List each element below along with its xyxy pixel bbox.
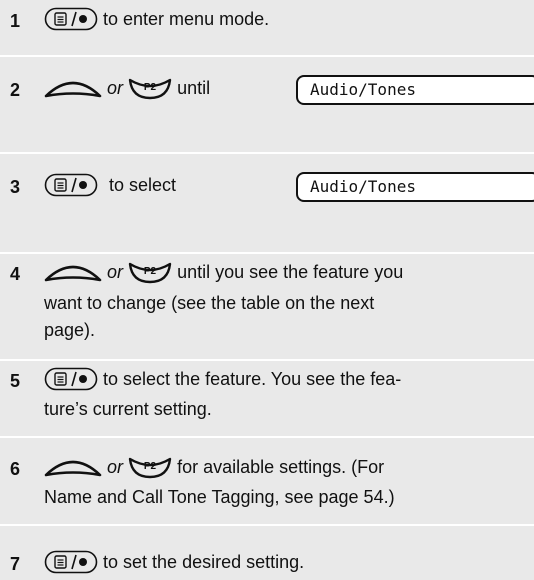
scroll-up-key-icon — [44, 266, 102, 282]
step-1: 1 to enter menu mode. — [0, 0, 534, 55]
step-number: 5 — [10, 371, 21, 391]
step-text: for available settings. (For — [177, 456, 385, 477]
step-text: to set the desired setting. — [103, 551, 305, 572]
svg-text:P2: P2 — [144, 266, 157, 277]
step-text-line: Name and Call Tone Tagging, see page 54.… — [44, 487, 395, 507]
step-text-line: want to change (see the table on the nex… — [44, 293, 375, 313]
step-number: 4 — [10, 264, 21, 284]
p2-key-icon: P2 — [128, 79, 172, 100]
step-5: 5 to select the feature. You see the fea… — [0, 361, 534, 436]
menu-select-key-icon — [44, 550, 98, 574]
step-3: 3 to select Audio/Tones — [0, 154, 534, 252]
step-number: 1 — [10, 11, 21, 31]
step-text: until you see the feature you — [177, 261, 404, 282]
step-text: to select the feature. You see the fea- — [103, 368, 402, 389]
step-number: 6 — [10, 459, 21, 479]
p2-key-icon: P2 — [128, 263, 172, 284]
step-2: 2 or P2 until Audio/Tones — [0, 57, 534, 152]
or-word: or — [107, 456, 124, 477]
svg-text:P2: P2 — [144, 82, 157, 93]
step-text-line: page). — [44, 320, 96, 340]
or-word: or — [107, 77, 124, 98]
step-text: to enter menu mode. — [103, 8, 270, 29]
or-word: or — [107, 261, 124, 282]
menu-select-key-icon — [44, 173, 98, 197]
lcd-display: Audio/Tones — [296, 75, 534, 105]
step-number: 3 — [10, 177, 21, 197]
step-4: 4 or P2 until you see the feature you wa… — [0, 254, 534, 359]
lcd-display: Audio/Tones — [296, 172, 534, 202]
scroll-up-key-icon — [44, 461, 102, 477]
step-number: 7 — [10, 554, 21, 574]
step-text: until — [177, 77, 211, 98]
step-number: 2 — [10, 80, 21, 100]
step-7: 7 to set the desired setting. — [0, 526, 534, 580]
step-6: 6 or P2 for available settings. (For Nam… — [0, 438, 534, 524]
p2-key-icon: P2 — [128, 458, 172, 479]
step-text-line: ture’s current setting. — [44, 399, 212, 419]
scroll-up-key-icon — [44, 82, 102, 98]
svg-text:P2: P2 — [144, 461, 157, 472]
menu-select-key-icon — [44, 7, 98, 31]
menu-select-key-icon — [44, 367, 98, 391]
step-text: to select — [109, 174, 177, 195]
